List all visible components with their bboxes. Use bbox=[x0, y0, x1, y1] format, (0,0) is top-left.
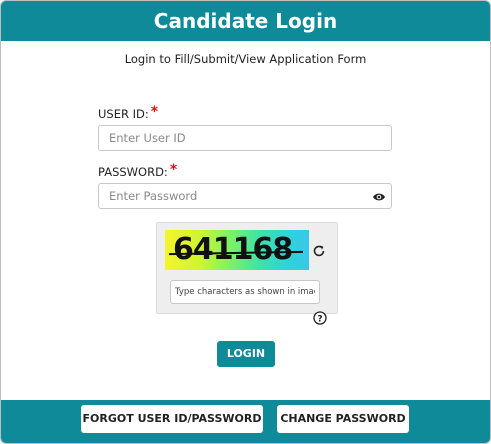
password-label-text: PASSWORD: bbox=[98, 165, 168, 179]
login-card: Candidate Login Login to Fill/Submit/Vie… bbox=[0, 0, 491, 444]
password-label: PASSWORD: * bbox=[98, 162, 178, 180]
forgot-credentials-button[interactable]: FORGOT USER ID/PASSWORD bbox=[81, 405, 263, 433]
captcha-input[interactable] bbox=[170, 280, 320, 304]
user-id-label: USER ID: * bbox=[98, 104, 159, 122]
question-circle-icon[interactable]: ? bbox=[313, 311, 327, 325]
login-subtitle: Login to Fill/Submit/View Application Fo… bbox=[124, 52, 367, 66]
login-button[interactable]: LOGIN bbox=[217, 341, 275, 367]
password-input[interactable] bbox=[98, 183, 392, 209]
change-password-button[interactable]: CHANGE PASSWORD bbox=[277, 405, 409, 433]
required-marker: * bbox=[169, 162, 178, 178]
user-id-label-text: USER ID: bbox=[98, 107, 149, 121]
user-id-input[interactable] bbox=[98, 125, 392, 151]
required-marker: * bbox=[150, 104, 159, 120]
refresh-icon[interactable] bbox=[312, 244, 326, 258]
captcha-image: 641168 bbox=[165, 230, 309, 270]
eye-icon[interactable] bbox=[372, 191, 386, 203]
page-title: Candidate Login bbox=[1, 1, 490, 41]
captcha-text: 641168 bbox=[173, 232, 293, 267]
svg-text:?: ? bbox=[317, 314, 322, 324]
